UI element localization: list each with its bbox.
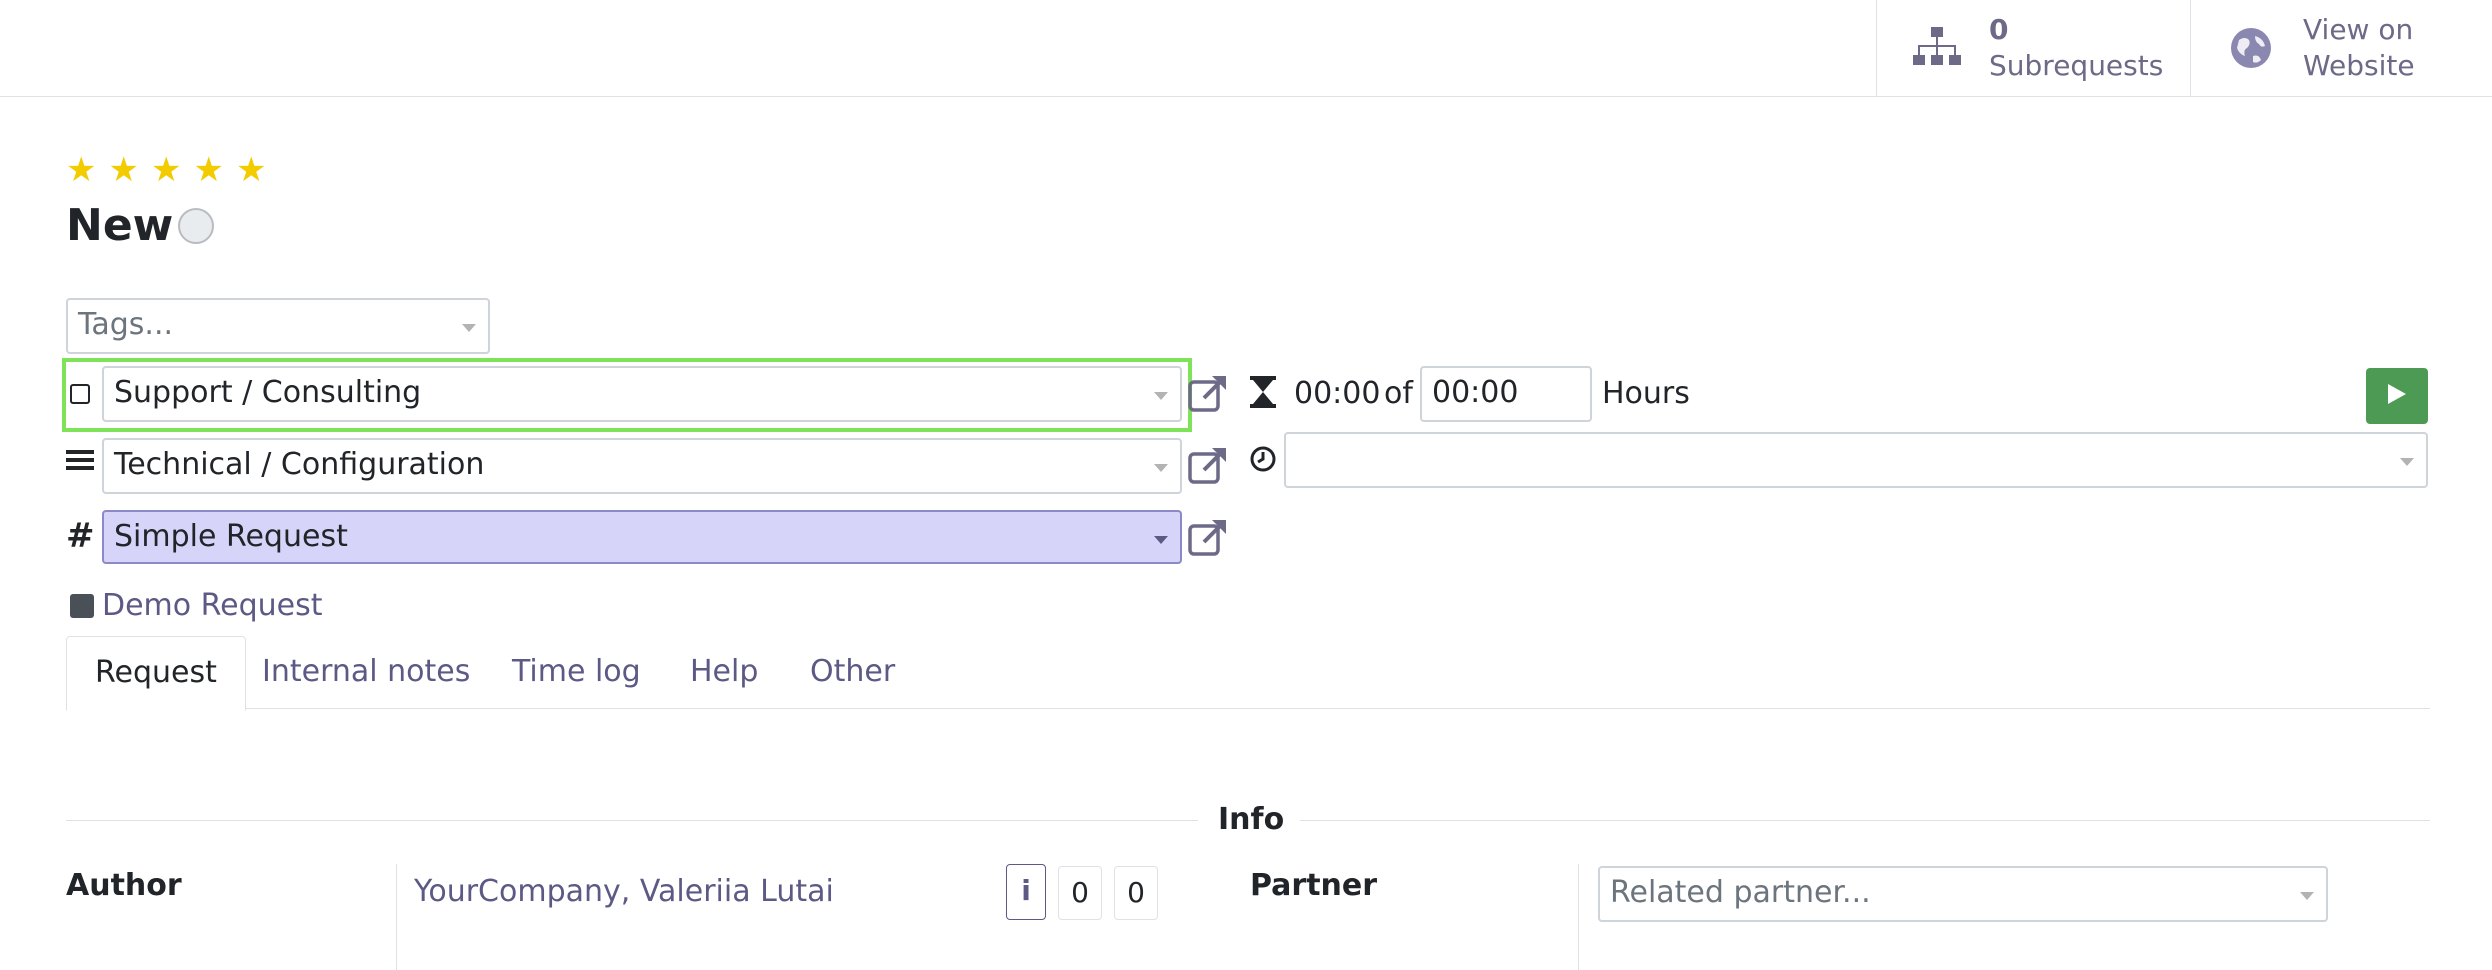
external-link-icon[interactable] — [1186, 444, 1230, 488]
partner-select[interactable]: Related partner... — [1598, 866, 2328, 922]
clock-icon — [1250, 446, 1276, 476]
start-timer-button[interactable] — [2366, 368, 2428, 424]
subrequests-button[interactable]: 0 Subrequests — [1876, 0, 2191, 96]
subrequests-count: 0 — [1989, 13, 2009, 46]
subrequests-label: Subrequests — [1989, 49, 2164, 82]
tags-input[interactable]: Tags... — [66, 298, 490, 354]
view-on-website-line2: Website — [2303, 49, 2415, 82]
chevron-down-icon — [2300, 892, 2314, 900]
chevron-down-icon — [1154, 464, 1168, 472]
time-unit-label: Hours — [1602, 376, 1690, 411]
field-divider — [1578, 864, 1579, 970]
field-divider — [396, 864, 397, 970]
star-icon[interactable]: ★ — [193, 152, 223, 188]
partner-label: Partner — [1250, 868, 1378, 903]
external-link-icon[interactable] — [1186, 516, 1230, 560]
time-of-label: of — [1384, 376, 1413, 411]
planned-time-input[interactable]: 00:00 — [1420, 366, 1592, 422]
tags-placeholder: Tags... — [78, 307, 174, 342]
view-on-website-button[interactable]: View on Website — [2190, 0, 2492, 96]
square-icon — [70, 384, 90, 404]
star-icon[interactable]: ★ — [236, 152, 266, 188]
sitemap-icon — [1909, 20, 1965, 76]
tab-time-log[interactable]: Time log — [512, 636, 641, 708]
chevron-down-icon — [1154, 536, 1168, 544]
kanban-state-indicator[interactable] — [178, 208, 214, 244]
star-icon[interactable]: ★ — [151, 152, 181, 188]
tab-other[interactable]: Other — [810, 636, 895, 708]
separator-line — [1300, 820, 2430, 821]
priority-stars[interactable]: ★ ★ ★ ★ ★ — [66, 152, 266, 188]
time-spent: 00:00 — [1294, 376, 1381, 411]
demo-request-link[interactable]: Demo Request — [102, 588, 323, 623]
info-icon[interactable]: i — [1006, 864, 1046, 920]
star-icon[interactable]: ★ — [66, 152, 96, 188]
category-select[interactable]: Technical / Configuration — [102, 438, 1182, 494]
external-link-icon[interactable] — [1186, 372, 1230, 416]
author-link[interactable]: YourCompany, Valeriia Lutai — [414, 874, 834, 909]
play-icon — [2386, 382, 2408, 410]
globe-icon — [2223, 20, 2279, 76]
separator-line — [66, 820, 1198, 821]
chevron-down-icon — [1154, 392, 1168, 400]
request-type-select[interactable]: Simple Request — [102, 510, 1182, 564]
service-value: Support / Consulting — [114, 375, 422, 410]
hashtag-icon: # — [66, 516, 95, 556]
tab-request[interactable]: Request — [66, 636, 246, 711]
tab-help[interactable]: Help — [690, 636, 758, 708]
partner-placeholder: Related partner... — [1610, 875, 1871, 910]
bars-icon — [66, 446, 94, 482]
info-section-title: Info — [1218, 802, 1285, 837]
square-icon — [70, 594, 94, 618]
category-value: Technical / Configuration — [114, 447, 485, 482]
star-icon[interactable]: ★ — [108, 152, 138, 188]
request-type-value: Simple Request — [114, 519, 348, 554]
view-on-website-line1: View on — [2303, 13, 2414, 46]
count-b-button[interactable]: 0 — [1114, 866, 1158, 920]
chevron-down-icon — [462, 324, 476, 332]
service-select[interactable]: Support / Consulting — [102, 366, 1182, 422]
planned-time-value: 00:00 — [1432, 375, 1519, 410]
author-label: Author — [66, 868, 182, 903]
tab-internal-notes[interactable]: Internal notes — [262, 636, 470, 708]
hourglass-icon — [1250, 376, 1276, 412]
chevron-down-icon — [2400, 458, 2414, 466]
notebook-tabs: Request Internal notes Time log Help Oth… — [66, 636, 2430, 711]
count-a-button[interactable]: 0 — [1058, 866, 1102, 920]
deadline-select[interactable] — [1284, 432, 2428, 488]
page-title: New — [66, 200, 174, 251]
